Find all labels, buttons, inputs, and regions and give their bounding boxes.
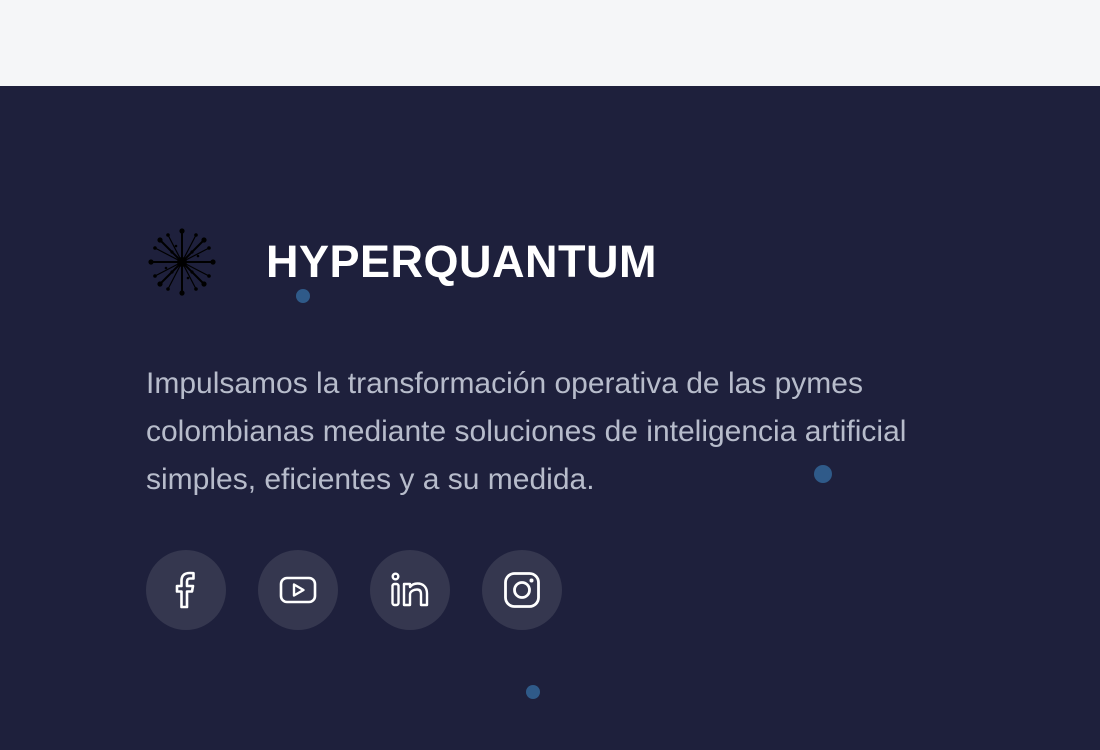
instagram-link[interactable] bbox=[482, 550, 562, 630]
instagram-icon bbox=[503, 571, 541, 609]
youtube-icon bbox=[279, 575, 317, 605]
background-particle bbox=[296, 289, 310, 303]
site-footer: HYPERQUANTUM Impulsamos la transformació… bbox=[0, 86, 1100, 750]
youtube-link[interactable] bbox=[258, 550, 338, 630]
linkedin-icon bbox=[390, 572, 430, 608]
background-particle bbox=[526, 685, 540, 699]
facebook-link[interactable] bbox=[146, 550, 226, 630]
footer-brand[interactable]: HYPERQUANTUM bbox=[146, 226, 657, 298]
linkedin-link[interactable] bbox=[370, 550, 450, 630]
background-particle bbox=[814, 465, 832, 483]
facebook-icon bbox=[173, 570, 199, 610]
top-page-band bbox=[0, 0, 1100, 86]
footer-tagline: Impulsamos la transformación operativa d… bbox=[146, 367, 907, 496]
starburst-network-icon bbox=[146, 226, 242, 298]
brand-name: HYPERQUANTUM bbox=[266, 236, 658, 287]
social-links bbox=[146, 550, 562, 630]
